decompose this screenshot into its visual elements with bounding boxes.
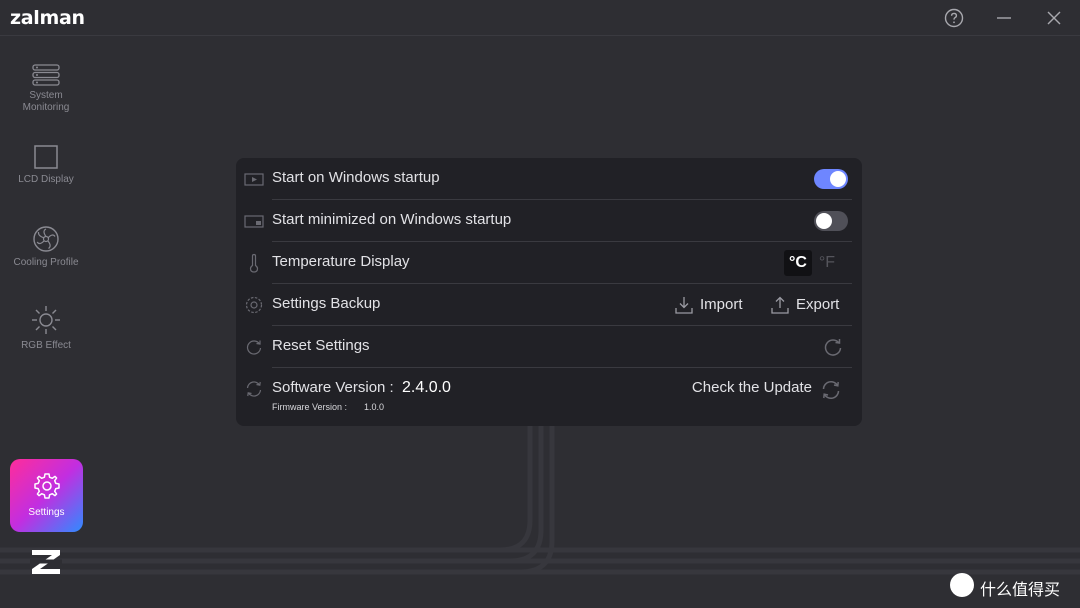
sidebar-item-label: System Monitoring (22, 90, 70, 113)
export-label: Export (796, 296, 840, 313)
sync-icon (822, 381, 840, 399)
sidebar-item-rgb-effect[interactable]: RGB Effect (6, 304, 86, 352)
watermark-text: 什么值得买 (980, 580, 1061, 599)
setting-row-temperature: Temperature Display °C °F (242, 242, 852, 284)
upload-icon (771, 296, 789, 314)
software-version-label: Software Version : (272, 379, 394, 396)
sidebar-item-lcd-display[interactable]: LCD Display (6, 144, 86, 186)
brand-logo: zalman (10, 7, 85, 29)
refresh-icon (824, 339, 842, 356)
setting-row-startup: Start on Windows startup (242, 158, 852, 200)
sync-small-icon (244, 379, 264, 399)
startup-label: Start on Windows startup (272, 169, 440, 186)
sidebar-item-cooling-profile[interactable]: Cooling Profile (6, 225, 86, 269)
setting-row-version: Software Version : 2.4.0.0 Firmware Vers… (242, 368, 852, 422)
minimize-button[interactable] (992, 6, 1016, 30)
sun-icon (32, 306, 60, 334)
toggle-knob (830, 171, 846, 187)
software-version-value: 2.4.0.0 (402, 379, 451, 396)
sidebar-item-label: Cooling Profile (13, 257, 79, 268)
close-button[interactable] (1042, 6, 1066, 30)
minimized-window-icon (244, 211, 264, 231)
sidebar-item-label: LCD Display (18, 174, 74, 185)
toggle-knob (816, 213, 832, 229)
zalman-z-logo-icon (30, 550, 62, 574)
setting-row-reset: Reset Settings (242, 326, 852, 368)
minimize-icon (997, 17, 1011, 19)
backup-label: Settings Backup (272, 295, 381, 312)
close-icon (1047, 11, 1061, 25)
startup-toggle[interactable] (814, 169, 848, 189)
sidebar-item-label: Settings (28, 507, 65, 518)
reset-button[interactable] (822, 336, 844, 358)
fahrenheit-button[interactable]: °F (816, 250, 838, 276)
temperature-label: Temperature Display (272, 253, 410, 270)
system-monitoring-icon (32, 64, 60, 86)
firmware-version-label: Firmware Version : (272, 402, 348, 412)
reset-label: Reset Settings (272, 337, 370, 354)
lcd-display-icon (34, 145, 58, 169)
check-update-icon-button[interactable] (820, 379, 842, 401)
cooling-fan-icon (33, 226, 59, 252)
firmware-version-value: 1.0.0 (364, 402, 385, 412)
sidebar-item-label: RGB Effect (21, 340, 71, 351)
check-update-button[interactable]: Check the Update (692, 379, 812, 396)
setting-row-minimized: Start minimized on Windows startup (242, 200, 852, 242)
minimized-label: Start minimized on Windows startup (272, 211, 512, 228)
download-icon (675, 297, 693, 314)
setting-row-backup: Settings Backup Import Export (242, 284, 852, 326)
thermometer-icon (244, 253, 264, 273)
sidebar: System Monitoring LCD Display Cooling Pr… (0, 36, 92, 608)
play-window-icon (244, 169, 264, 189)
sidebar-item-system-monitoring[interactable]: System Monitoring (6, 64, 86, 114)
help-icon (944, 8, 964, 28)
celsius-button[interactable]: °C (784, 250, 812, 276)
settings-panel: Start on Windows startup Start minimized… (236, 158, 862, 426)
watermark-logo-icon (950, 573, 974, 597)
minimized-toggle[interactable] (814, 211, 848, 231)
import-button[interactable]: Import (674, 294, 754, 316)
help-button[interactable] (942, 6, 966, 30)
backup-gear-icon (244, 295, 264, 315)
reset-small-icon (244, 337, 264, 357)
sidebar-item-settings[interactable]: Settings (10, 459, 83, 532)
export-button[interactable]: Export (770, 294, 850, 316)
gear-icon (33, 473, 60, 499)
import-label: Import (700, 296, 743, 313)
title-bar: zalman (0, 0, 1080, 36)
